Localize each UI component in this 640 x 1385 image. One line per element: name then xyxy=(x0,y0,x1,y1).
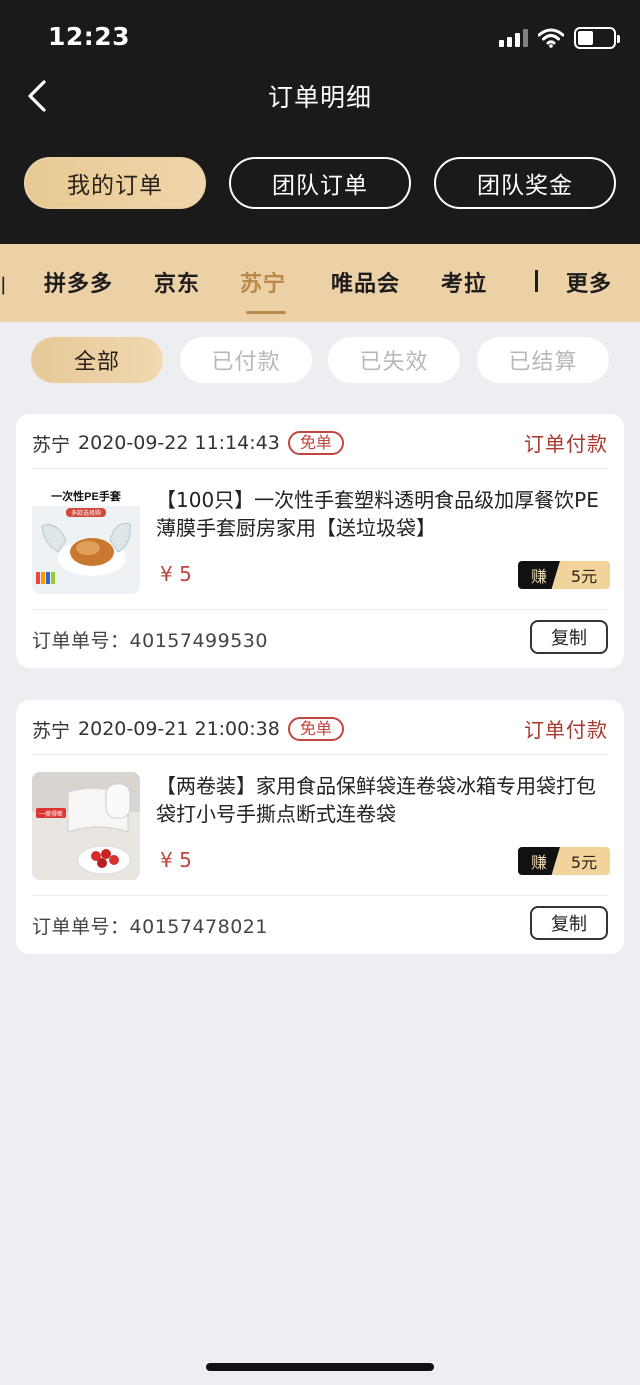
home-indicator[interactable] xyxy=(206,1363,434,1371)
order-header: 苏宁 2020-09-22 11:14:43 免单 xyxy=(32,428,608,458)
active-tab-indicator xyxy=(246,311,286,314)
thumb-title: 一次性PE手套 xyxy=(51,489,122,503)
earn-badge: 赚 5元 xyxy=(518,561,610,589)
divider xyxy=(32,609,608,610)
divider xyxy=(32,895,608,896)
order-time: 2020-09-21 21:00:38 xyxy=(78,718,280,740)
platform-tab-suning[interactable]: 苏宁 xyxy=(240,266,286,298)
divider xyxy=(32,754,608,755)
order-number-label: 订单单号： xyxy=(32,916,130,938)
order-number: 订单单号：40157478021 xyxy=(32,912,268,939)
thumb-caption: 一撕得断 xyxy=(39,810,63,818)
order-time: 2020-09-22 11:14:43 xyxy=(78,432,280,454)
order-card: 苏宁 2020-09-21 21:00:38 免单 订单付款 一撕得断 【两卷装… xyxy=(16,700,624,954)
order-number-value: 40157478021 xyxy=(129,916,268,938)
platform-tab-kaola[interactable]: 考拉 xyxy=(441,266,487,298)
divider xyxy=(32,468,608,469)
signal-icon xyxy=(499,29,528,47)
product-thumbnail[interactable]: 一撕得断 xyxy=(32,772,140,880)
thumb-subtitle: 多款选择购 xyxy=(71,509,101,517)
order-header: 苏宁 2020-09-21 21:00:38 免单 xyxy=(32,714,608,744)
filter-paid[interactable]: 已付款 xyxy=(180,337,312,383)
status-time: 12:23 xyxy=(48,22,131,51)
status-icons xyxy=(499,26,620,50)
tab-team-bonus[interactable]: 团队奖金 xyxy=(434,157,616,209)
platform-edge-fragment: ㅣ xyxy=(0,274,13,298)
store-name: 苏宁 xyxy=(32,433,71,456)
wifi-icon xyxy=(538,28,564,48)
platform-tabs: ㅣ 拼多多 京东 苏宁 唯品会 考拉 更多 xyxy=(0,244,640,322)
platform-tab-jd[interactable]: 京东 xyxy=(154,266,200,298)
copy-button[interactable]: 复制 xyxy=(530,620,608,654)
battery-icon xyxy=(574,27,620,49)
platform-tab-pinduoduo[interactable]: 拼多多 xyxy=(44,266,113,298)
more-button[interactable]: 更多 xyxy=(566,266,612,298)
free-badge: 免单 xyxy=(287,717,344,741)
product-title[interactable]: 【两卷装】家用食品保鲜袋连卷袋冰箱专用袋打包袋打小号手撕点断式连卷袋 xyxy=(156,772,610,828)
copy-button[interactable]: 复制 xyxy=(530,906,608,940)
filter-settled[interactable]: 已结算 xyxy=(477,337,609,383)
more-divider xyxy=(535,270,538,292)
product-price: ¥ 5 xyxy=(160,562,192,586)
filter-invalid[interactable]: 已失效 xyxy=(328,337,460,383)
store-name: 苏宁 xyxy=(32,719,71,742)
platform-tab-vip[interactable]: 唯品会 xyxy=(331,266,400,298)
page-title: 订单明细 xyxy=(267,83,372,112)
tab-team-orders[interactable]: 团队订单 xyxy=(229,157,411,209)
order-card: 苏宁 2020-09-22 11:14:43 免单 订单付款 一次性PE手套 多… xyxy=(16,414,624,668)
earn-value: 5元 xyxy=(552,847,610,875)
earn-value: 5元 xyxy=(552,561,610,589)
order-number-value: 40157499530 xyxy=(129,630,268,652)
order-number-label: 订单单号： xyxy=(32,630,130,652)
top-header: 12:23 订单明细 我的订单 团队订单 团队奖金 xyxy=(0,0,640,244)
free-badge: 免单 xyxy=(287,431,344,455)
earn-badge: 赚 5元 xyxy=(518,847,610,875)
product-thumbnail[interactable]: 一次性PE手套 多款选择购 xyxy=(32,486,140,594)
tab-my-orders[interactable]: 我的订单 xyxy=(24,157,206,209)
order-status: 订单付款 xyxy=(524,432,608,456)
filter-all[interactable]: 全部 xyxy=(31,337,163,383)
order-number: 订单单号：40157499530 xyxy=(32,626,268,653)
product-price: ¥ 5 xyxy=(160,848,192,872)
product-title[interactable]: 【100只】一次性手套塑料透明食品级加厚餐饮PE薄膜手套厨房家用【送垃圾袋】 xyxy=(156,486,610,542)
order-status: 订单付款 xyxy=(524,718,608,742)
